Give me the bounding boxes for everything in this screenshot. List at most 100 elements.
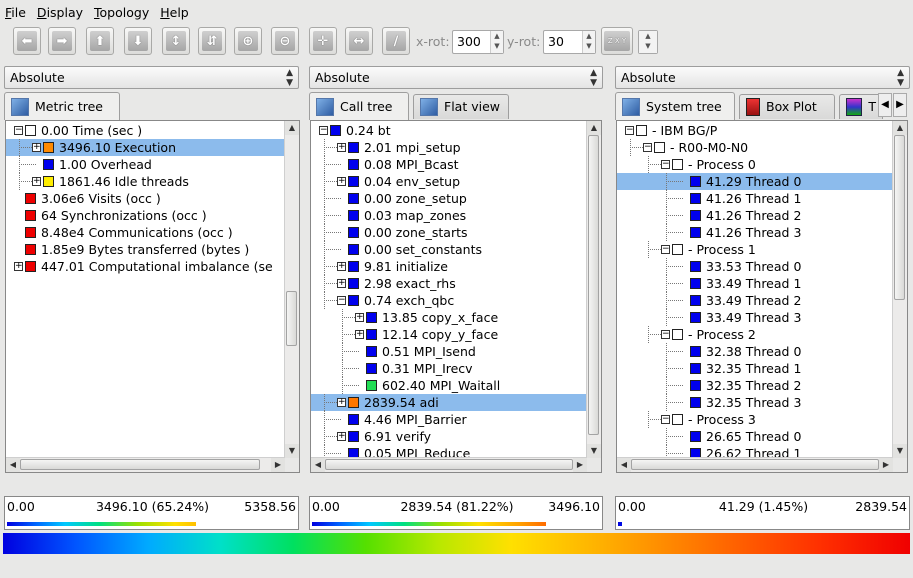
shrink-vertical-button[interactable]: ⇵ <box>198 27 226 55</box>
tree-row[interactable]: 41.29 Thread 0 <box>617 173 893 190</box>
scroll-thumb[interactable] <box>20 459 260 470</box>
tree-row[interactable]: +2839.54 adi <box>311 394 587 411</box>
collapse-icon[interactable]: − <box>661 330 670 339</box>
tree-row[interactable]: 41.26 Thread 1 <box>617 190 893 207</box>
tree-row[interactable]: +1861.46 Idle threads <box>6 173 284 190</box>
collapse-icon[interactable]: − <box>319 126 328 135</box>
yrot-spinbox[interactable]: 30 ▲ ▼ <box>543 30 596 54</box>
scroll-thumb[interactable] <box>588 135 599 435</box>
scroll-right-icon[interactable]: ▶ <box>879 458 893 472</box>
menu-topology[interactable]: Topology <box>89 5 155 20</box>
scroll-down-icon[interactable]: ▼ <box>285 444 299 458</box>
tab-flat-view[interactable]: Flat view <box>413 94 509 119</box>
expand-icon[interactable]: + <box>355 330 364 339</box>
system-value-mode-select[interactable]: Absolute ▲ ▼ <box>615 66 910 89</box>
tree-row[interactable]: 64 Synchronizations (occ ) <box>6 207 284 224</box>
collapse-icon[interactable]: − <box>14 126 23 135</box>
collapse-icon[interactable]: − <box>661 160 670 169</box>
expand-icon[interactable]: + <box>337 177 346 186</box>
expand-icon[interactable]: + <box>32 177 41 186</box>
tree-row[interactable]: 3.06e6 Visits (occ ) <box>6 190 284 207</box>
tree-row[interactable]: 4.46 MPI_Barrier <box>311 411 587 428</box>
tab-call-tree[interactable]: Call tree <box>309 92 409 120</box>
collapse-icon[interactable]: − <box>661 245 670 254</box>
tree-row[interactable]: 0.03 map_zones <box>311 207 587 224</box>
tree-row[interactable]: +13.85 copy_x_face <box>311 309 587 326</box>
tab-scroll-right-button[interactable]: ▶ <box>893 93 907 117</box>
scroll-left-icon[interactable]: ◀ <box>617 458 631 472</box>
menu-file[interactable]: File <box>0 5 32 20</box>
tree-row[interactable]: − 0.00 Time (sec ) <box>6 122 284 139</box>
scroll-left-icon[interactable]: ◀ <box>6 458 20 472</box>
expand-icon[interactable]: + <box>337 262 346 271</box>
scroll-thumb[interactable] <box>894 135 905 300</box>
expand-icon[interactable]: + <box>14 262 23 271</box>
tree-row[interactable]: 41.26 Thread 2 <box>617 207 893 224</box>
tree-row[interactable]: 0.00 zone_setup <box>311 190 587 207</box>
scroll-down-icon[interactable]: ▼ <box>893 444 907 458</box>
tab-scroll-left-button[interactable]: ◀ <box>878 93 892 117</box>
tree-row[interactable]: 1.00 Overhead <box>6 156 284 173</box>
tree-row[interactable]: 33.49 Thread 3 <box>617 309 893 326</box>
horizontal-scrollbar[interactable]: ◀ ▶ <box>6 457 285 472</box>
tree-row[interactable]: − 0.24 bt <box>311 122 587 139</box>
scroll-thumb[interactable] <box>631 459 879 470</box>
spin-arrows-icon[interactable]: ▲ ▼ <box>582 31 595 53</box>
expand-icon[interactable]: + <box>337 432 346 441</box>
scroll-right-icon[interactable]: ▶ <box>573 458 587 472</box>
expand-icon[interactable]: + <box>32 143 41 152</box>
menu-help[interactable]: Help <box>155 5 195 20</box>
metric-tree[interactable]: −0.00 Time (sec ) +3496.10 Execution 1.00 … <box>5 120 300 473</box>
horizontal-scrollbar[interactable]: ◀ ▶ <box>617 457 893 472</box>
tree-row[interactable]: − - R00-M0-N0 <box>617 139 893 156</box>
menu-display[interactable]: Display <box>32 5 89 20</box>
tree-row[interactable]: 0.08 MPI_Bcast <box>311 156 587 173</box>
scroll-thumb[interactable] <box>325 459 573 470</box>
scroll-right-icon[interactable]: ▶ <box>271 458 285 472</box>
tree-row[interactable]: +2.01 mpi_setup <box>311 139 587 156</box>
tree-row[interactable]: 32.35 Thread 1 <box>617 360 893 377</box>
tree-row[interactable]: − - Process 1 <box>617 241 893 258</box>
tree-row[interactable]: 26.65 Thread 0 <box>617 428 893 445</box>
tab-topology[interactable]: T <box>839 94 883 119</box>
vertical-scrollbar[interactable]: ▲ ▼ <box>586 121 601 458</box>
tree-row[interactable]: 41.26 Thread 3 <box>617 224 893 241</box>
collapse-icon[interactable]: − <box>625 126 634 135</box>
move-down-button[interactable]: ⬇ <box>124 27 152 55</box>
scroll-up-icon[interactable]: ▲ <box>587 121 601 135</box>
tab-metric-tree[interactable]: Metric tree <box>4 92 120 120</box>
tree-row[interactable]: 602.40 MPI_Waitall <box>311 377 587 394</box>
move-left-button[interactable]: ⬅ <box>13 27 41 55</box>
tree-row[interactable]: − - Process 0 <box>617 156 893 173</box>
scroll-up-icon[interactable]: ▲ <box>285 121 299 135</box>
tree-row[interactable]: 33.49 Thread 1 <box>617 275 893 292</box>
tree-row[interactable]: +0.04 env_setup <box>311 173 587 190</box>
tab-box-plot[interactable]: Box Plot <box>739 94 835 119</box>
tree-row[interactable]: +2.98 exact_rhs <box>311 275 587 292</box>
expand-icon[interactable]: + <box>337 143 346 152</box>
zoom-in-button[interactable]: ⊕ <box>234 27 262 55</box>
metric-value-mode-select[interactable]: Absolute ▲ ▼ <box>4 66 299 89</box>
axis-order-spin[interactable]: ▲ ▼ <box>638 30 658 54</box>
tree-row[interactable]: +9.81 initialize <box>311 258 587 275</box>
collapse-icon[interactable]: − <box>661 415 670 424</box>
tree-row[interactable]: 32.38 Thread 0 <box>617 343 893 360</box>
scroll-left-icon[interactable]: ◀ <box>311 458 325 472</box>
scroll-up-icon[interactable]: ▲ <box>893 121 907 135</box>
tab-system-tree[interactable]: System tree <box>615 92 735 120</box>
collapse-icon[interactable]: − <box>337 296 346 305</box>
tree-row[interactable]: 0.00 zone_starts <box>311 224 587 241</box>
call-value-mode-select[interactable]: Absolute ▲ ▼ <box>309 66 603 89</box>
spin-arrows-icon[interactable]: ▲ ▼ <box>490 31 503 53</box>
tree-row[interactable]: 32.35 Thread 3 <box>617 394 893 411</box>
expand-icon[interactable]: + <box>337 398 346 407</box>
reset-view-button[interactable]: ✛ <box>309 27 337 55</box>
collapse-icon[interactable]: − <box>643 143 652 152</box>
vertical-scrollbar[interactable]: ▲ ▼ <box>892 121 907 458</box>
tree-row[interactable]: 0.31 MPI_Irecv <box>311 360 587 377</box>
expand-icon[interactable]: + <box>355 313 364 322</box>
scroll-down-icon[interactable]: ▼ <box>587 444 601 458</box>
xrot-spinbox[interactable]: 300 ▲ ▼ <box>452 30 504 54</box>
zoom-out-button[interactable]: ⊖ <box>271 27 299 55</box>
tree-row[interactable]: +12.14 copy_y_face <box>311 326 587 343</box>
